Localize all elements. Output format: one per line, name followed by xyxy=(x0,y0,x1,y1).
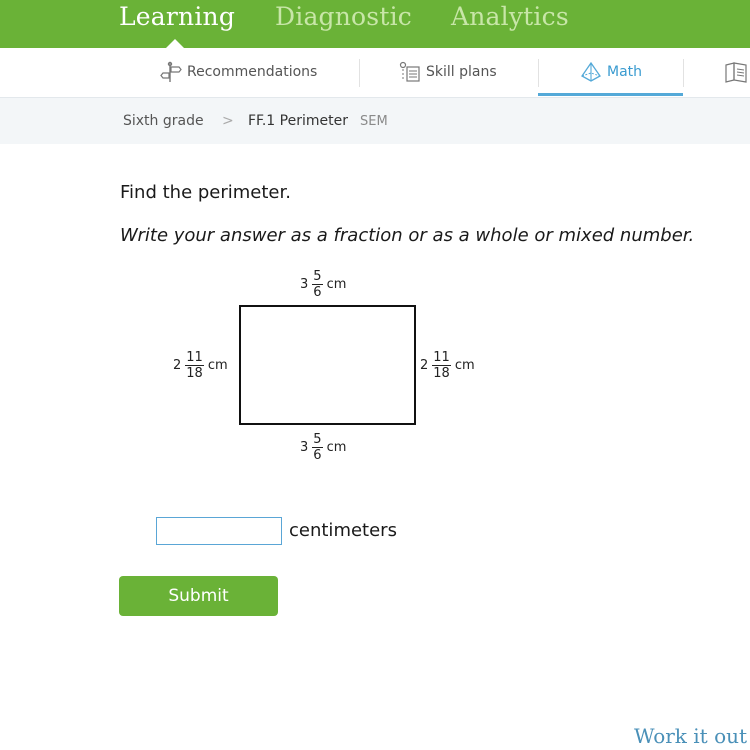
skill-plan-icon xyxy=(399,61,420,82)
rectangle-shape xyxy=(239,305,416,425)
label-numerator: 11 xyxy=(432,350,451,366)
label-unit: cm xyxy=(207,358,228,373)
subnav-label-math: Math xyxy=(607,64,643,80)
subnav-item-skill-plans[interactable]: Skill plans xyxy=(399,48,497,96)
left-side-label: 2 11 18 cm xyxy=(173,351,228,380)
top-nav: Learning Diagnostic Analytics xyxy=(0,0,750,48)
label-denominator: 18 xyxy=(433,366,450,381)
label-numerator: 11 xyxy=(185,350,204,366)
question-prompt: Find the perimeter. xyxy=(120,182,291,203)
chevron-right-icon: > xyxy=(222,113,234,129)
label-fraction: 5 6 xyxy=(312,269,323,300)
subnav-item-book[interactable] xyxy=(724,48,750,96)
label-whole: 2 xyxy=(173,358,182,373)
answer-unit-label: centimeters xyxy=(289,520,397,541)
label-numerator: 5 xyxy=(312,269,323,285)
label-denominator: 6 xyxy=(313,448,322,463)
label-whole: 2 xyxy=(420,358,429,373)
label-unit: cm xyxy=(454,358,475,373)
subnav-item-math[interactable]: Math xyxy=(580,48,642,96)
label-unit: cm xyxy=(326,277,347,292)
pyramid-icon xyxy=(581,61,601,82)
bottom-side-label: 3 5 6 cm xyxy=(300,433,346,462)
breadcrumb: Sixth grade > FF.1 Perimeter SEM xyxy=(0,98,750,144)
label-fraction: 11 18 xyxy=(185,351,204,380)
subnav-label-recommendations: Recommendations xyxy=(187,64,318,80)
tab-diagnostic[interactable]: Diagnostic xyxy=(275,0,412,33)
tab-analytics[interactable]: Analytics xyxy=(451,0,569,33)
work-it-out-link[interactable]: Work it out xyxy=(634,724,747,748)
submit-button[interactable]: Submit xyxy=(119,576,278,616)
question-instruction: Write your answer as a fraction or as a … xyxy=(120,225,695,246)
tab-learning[interactable]: Learning xyxy=(119,0,235,33)
label-denominator: 18 xyxy=(186,366,203,381)
skill-code: SEM xyxy=(360,114,388,129)
subnav-divider xyxy=(683,59,684,87)
label-fraction: 5 6 xyxy=(312,432,323,463)
answer-input[interactable] xyxy=(156,517,282,545)
active-subnav-indicator xyxy=(538,93,683,96)
subnav-divider xyxy=(538,59,539,87)
subnav-divider xyxy=(359,59,360,87)
label-whole: 3 xyxy=(300,277,309,292)
right-side-label: 2 11 18 cm xyxy=(420,351,475,380)
subnav-label-skill-plans: Skill plans xyxy=(426,64,497,80)
label-fraction: 11 18 xyxy=(432,351,451,380)
active-tab-caret xyxy=(166,39,184,48)
label-unit: cm xyxy=(326,440,347,455)
breadcrumb-skill: FF.1 Perimeter xyxy=(248,113,348,129)
sub-nav: Recommendations Skill plans Math xyxy=(0,48,750,98)
book-icon xyxy=(725,62,747,83)
subnav-item-recommendations[interactable]: Recommendations xyxy=(160,48,317,96)
label-denominator: 6 xyxy=(313,285,322,300)
label-numerator: 5 xyxy=(312,432,323,448)
top-side-label: 3 5 6 cm xyxy=(300,270,346,299)
signpost-icon xyxy=(160,61,182,82)
breadcrumb-grade-link[interactable]: Sixth grade xyxy=(123,113,204,129)
label-whole: 3 xyxy=(300,440,309,455)
